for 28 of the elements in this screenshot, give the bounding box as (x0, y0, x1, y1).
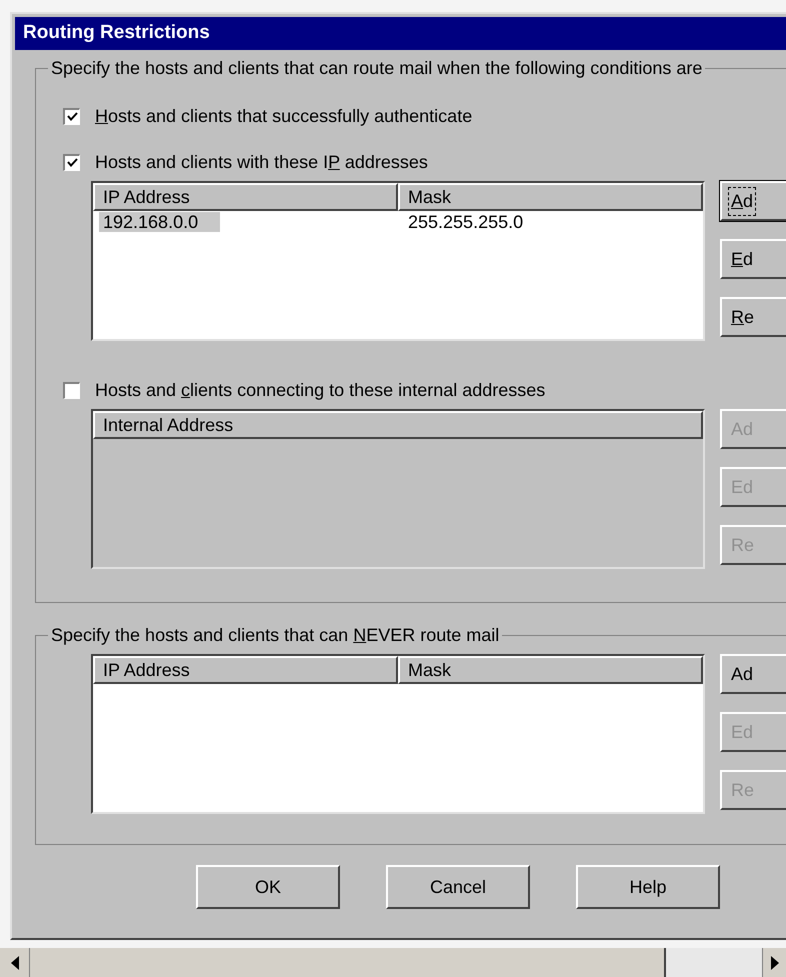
window-title: Routing Restrictions (23, 21, 210, 46)
right-arrow-icon (770, 956, 778, 970)
column-header[interactable]: Mask (398, 656, 703, 684)
checkmark-icon (66, 112, 78, 122)
horizontal-scrollbar[interactable] (0, 948, 786, 977)
side-button[interactable]: Ad (720, 654, 786, 694)
dialog-button[interactable]: Help (576, 865, 720, 909)
checkbox-label[interactable]: Hosts and clients with these IP addresses (95, 149, 428, 176)
side-button[interactable]: Ad (720, 181, 786, 221)
table-cell[interactable]: 192.168.0.0 (99, 212, 220, 232)
side-button[interactable]: Ed (720, 239, 786, 279)
checkbox[interactable] (63, 108, 80, 125)
left-arrow-icon (10, 956, 18, 970)
column-header[interactable]: IP Address (93, 656, 398, 684)
scroll-left-button[interactable] (0, 948, 30, 977)
scroll-thumb[interactable] (30, 948, 666, 977)
checkbox-label[interactable]: Hosts and clients connecting to these internal addresses (95, 377, 546, 404)
dialog-button[interactable]: Cancel (386, 865, 530, 909)
column-header[interactable]: Mask (398, 183, 703, 211)
checkbox-label[interactable]: Hosts and clients that successfully authenticate (95, 103, 472, 130)
checkbox[interactable] (63, 154, 80, 171)
dialog-button[interactable]: OK (196, 865, 340, 909)
side-button[interactable]: Re (720, 297, 786, 337)
table-cell[interactable]: 255.255.255.0 (404, 212, 528, 232)
checkbox[interactable] (63, 382, 80, 399)
scroll-right-button[interactable] (762, 948, 786, 977)
column-header[interactable]: IP Address (93, 183, 398, 211)
checkmark-icon (66, 158, 78, 168)
